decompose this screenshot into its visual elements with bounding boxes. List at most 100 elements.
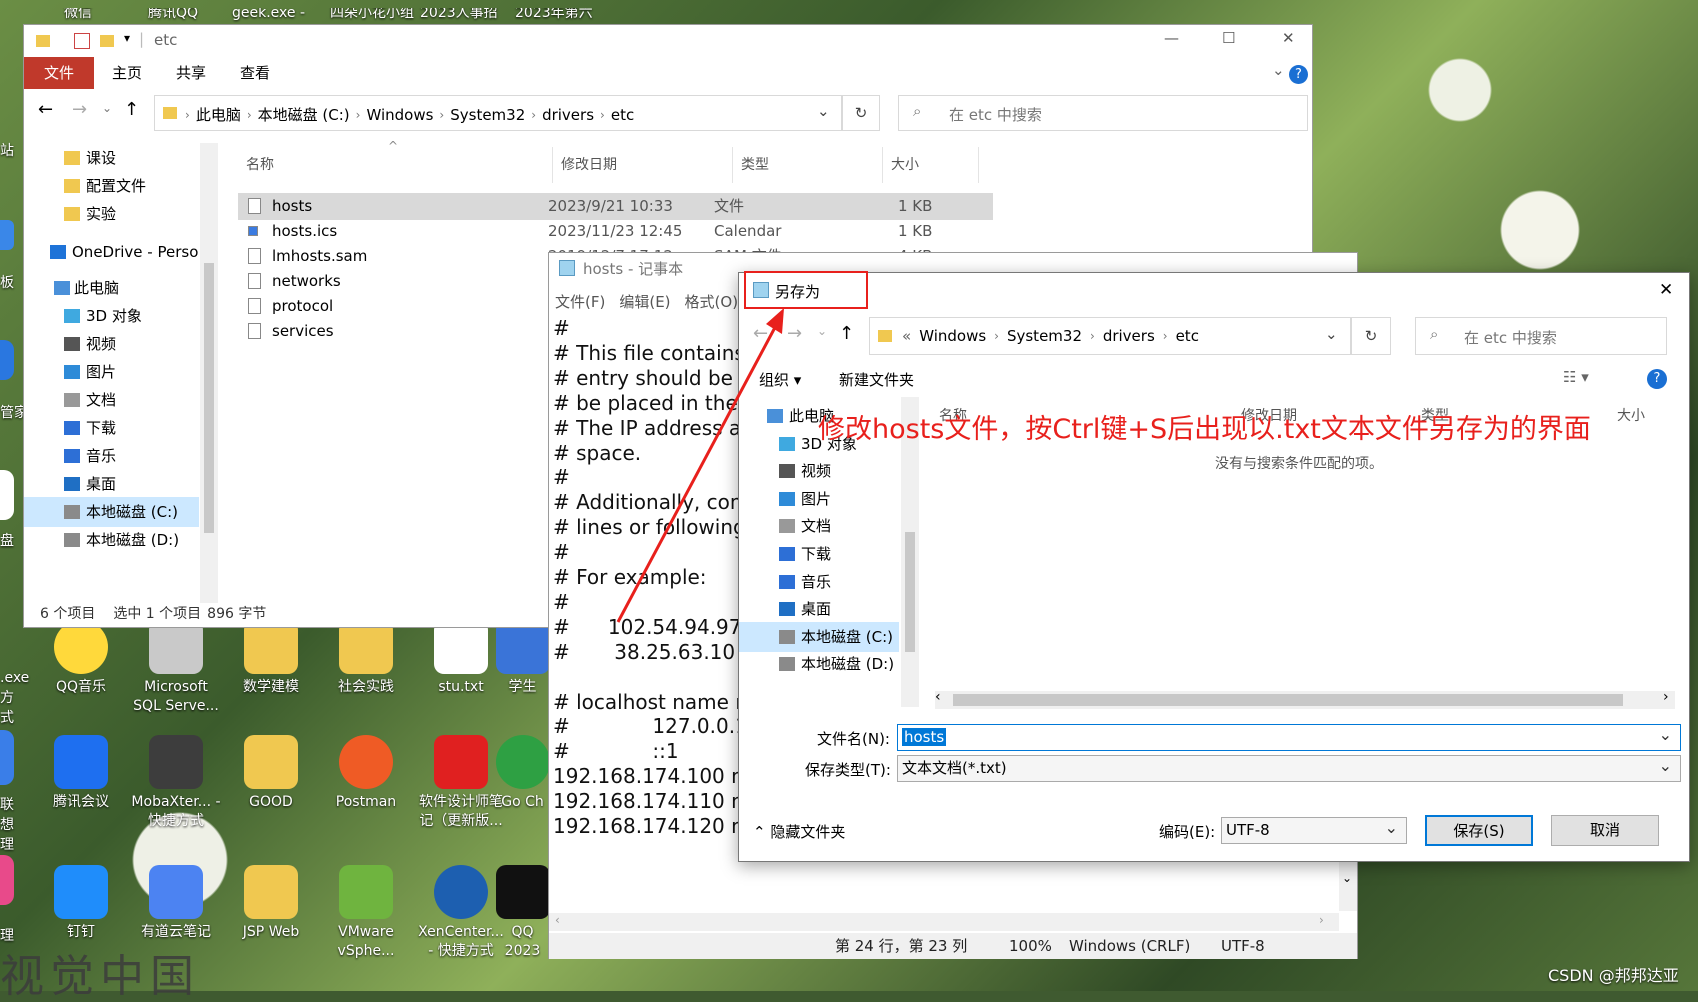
tab-home[interactable]: 主页 <box>112 57 142 89</box>
refresh-button[interactable]: ↻ <box>1351 317 1391 355</box>
scroll-left-icon[interactable]: ‹ <box>935 689 941 705</box>
forward-arrow-icon[interactable]: → <box>72 99 87 120</box>
vertical-scrollbar[interactable]: ⌄ <box>1339 861 1357 911</box>
cancel-button[interactable]: 取消 <box>1551 815 1659 846</box>
app-icon[interactable] <box>0 855 14 905</box>
desktop-label[interactable]: 微信 <box>64 8 92 24</box>
scrollbar-thumb[interactable] <box>905 532 915 652</box>
column-header-date[interactable]: 修改日期 <box>553 147 733 183</box>
address-bar[interactable]: › 此电脑 › 本地磁盘 (C:) › Windows › System32 ›… <box>154 95 842 131</box>
breadcrumb-item[interactable]: drivers <box>542 106 594 124</box>
encoding-select[interactable]: UTF-8 <box>1221 815 1407 844</box>
scrollbar-thumb[interactable] <box>204 263 214 533</box>
breadcrumb-item[interactable]: Windows <box>919 327 986 345</box>
breadcrumb-item[interactable]: 本地磁盘 (C:) <box>258 104 350 125</box>
new-folder-button[interactable]: 新建文件夹 <box>839 369 914 390</box>
desktop-icon-xencenter[interactable]: XenCenter... - 快捷方式 <box>415 865 507 961</box>
desktop-icon-sql-server[interactable]: Microsoft SQL Serve... <box>130 620 222 716</box>
breadcrumb-overflow[interactable]: « <box>902 327 911 345</box>
desktop-icon-vmware[interactable]: VMware vSphe... <box>320 865 412 961</box>
folder-icon[interactable] <box>36 35 50 47</box>
horizontal-scrollbar[interactable]: ‹ › <box>549 913 1339 931</box>
file-row[interactable]: hosts.ics 2023/11/23 12:45 Calendar 1 KB <box>238 218 993 245</box>
address-dropdown-icon[interactable]: ⌄ <box>1325 325 1338 343</box>
desktop-icon-qq[interactable]: QQ 2023 <box>495 865 550 961</box>
desktop-icon-pdf[interactable]: 软件设计师笔记（更新版... <box>415 735 507 831</box>
desktop-icon-qq-music[interactable]: QQ音乐 <box>35 620 127 697</box>
breadcrumb-item[interactable]: System32 <box>450 106 525 124</box>
close-button[interactable]: ✕ <box>1282 29 1295 47</box>
sidebar-item[interactable]: 音乐 <box>24 441 199 471</box>
minimize-button[interactable]: — <box>1164 29 1179 47</box>
file-menu[interactable]: 文件 <box>24 57 94 89</box>
sidebar-item[interactable]: 文档 <box>24 385 199 415</box>
sidebar-item[interactable]: OneDrive - Perso <box>24 237 199 267</box>
sidebar-item[interactable]: 下载 <box>24 413 199 443</box>
desktop-icon-tencent-meeting[interactable]: 腾讯会议 <box>35 735 127 812</box>
desktop-icon-folder[interactable]: JSP Web <box>225 865 317 942</box>
scrollbar-thumb[interactable] <box>953 694 1623 706</box>
desktop-icon-folder[interactable]: 社会实践 <box>320 620 412 697</box>
scroll-down-icon[interactable]: ⌄ <box>1342 871 1352 885</box>
sidebar-item[interactable]: 此电脑 <box>24 273 199 303</box>
scroll-left-icon[interactable]: ‹ <box>555 913 560 927</box>
app-icon[interactable] <box>0 470 14 520</box>
search-box[interactable]: ⌕ 在 etc 中搜索 <box>898 95 1308 131</box>
history-dropdown-icon[interactable]: ⌄ <box>817 324 827 338</box>
horizontal-scrollbar[interactable]: ‹ › <box>935 689 1675 709</box>
search-box[interactable]: ⌕ 在 etc 中搜索 <box>1415 317 1667 355</box>
address-bar[interactable]: « Windows › System32 › drivers › etc ⌄ <box>869 317 1351 355</box>
column-header-type[interactable]: 类型 <box>733 147 883 183</box>
desktop-icon-chrome[interactable]: Go Ch <box>495 735 550 812</box>
help-icon[interactable]: ? <box>1647 369 1667 389</box>
tab-share[interactable]: 共享 <box>176 57 206 89</box>
address-dropdown-icon[interactable]: ⌄ <box>817 102 830 120</box>
desktop-icon-text-file[interactable]: stu.txt <box>415 620 507 697</box>
hide-folders-toggle[interactable]: ⌃ 隐藏文件夹 <box>753 821 845 842</box>
sidebar-scrollbar[interactable] <box>200 143 218 603</box>
desktop-label[interactable]: 2023人事招 <box>420 8 498 24</box>
sidebar-item[interactable]: 本地磁盘 (C:) <box>24 497 199 527</box>
back-arrow-icon[interactable]: ← <box>38 99 53 120</box>
desktop-label[interactable]: 2023年第六 <box>515 8 593 24</box>
desktop-icon-postman[interactable]: Postman <box>320 735 412 812</box>
help-icon[interactable]: ? <box>1289 65 1308 84</box>
desktop-icon-app[interactable]: 学生 <box>495 620 550 697</box>
sidebar-item[interactable]: 本地磁盘 (D:) <box>24 525 199 555</box>
up-arrow-icon[interactable]: ↑ <box>839 323 854 344</box>
properties-icon[interactable] <box>74 33 90 49</box>
tab-view[interactable]: 查看 <box>240 57 270 89</box>
maximize-button[interactable]: ☐ <box>1222 29 1235 47</box>
column-header-size[interactable]: 大小 <box>883 147 979 183</box>
filetype-select[interactable]: 文本文档(*.txt) <box>897 753 1681 782</box>
desktop-label[interactable]: 四朵小花小组 <box>330 8 414 24</box>
app-icon[interactable] <box>0 730 14 785</box>
sidebar-item[interactable]: 课设 <box>24 143 199 173</box>
ribbon-expand-icon[interactable]: ⌄ <box>1272 61 1285 79</box>
history-dropdown-icon[interactable]: ⌄ <box>102 101 112 115</box>
filename-input[interactable]: hosts <box>897 722 1681 751</box>
scroll-right-icon[interactable]: › <box>1319 913 1324 927</box>
menu-file[interactable]: 文件(F) <box>555 291 605 312</box>
column-header-size[interactable]: 大小 <box>1617 405 1645 425</box>
app-icon[interactable] <box>0 220 14 250</box>
desktop-icon-mobaxterm[interactable]: MobaXter... - 快捷方式 <box>130 735 222 831</box>
dialog-sidebar-item[interactable]: 本地磁盘 (D:) <box>739 649 899 679</box>
desktop-label[interactable]: 腾讯QQ <box>148 8 198 24</box>
sidebar-item[interactable]: 3D 对象 <box>24 301 199 331</box>
app-icon[interactable] <box>0 340 14 380</box>
breadcrumb-item[interactable]: Windows <box>366 106 433 124</box>
file-row[interactable]: hosts 2023/9/21 10:33 文件 1 KB <box>238 193 993 220</box>
desktop-icon-youdao[interactable]: 有道云笔记 <box>130 865 222 942</box>
sidebar-item[interactable]: 图片 <box>24 357 199 387</box>
new-folder-icon[interactable] <box>100 35 114 47</box>
sidebar-item[interactable]: 配置文件 <box>24 171 199 201</box>
dialog-close-button[interactable]: ✕ <box>1659 280 1673 300</box>
desktop-icon-folder[interactable]: 数学建模 <box>225 620 317 697</box>
breadcrumb-item[interactable]: System32 <box>1007 327 1082 345</box>
scroll-right-icon[interactable]: › <box>1663 689 1669 705</box>
breadcrumb-item[interactable]: drivers <box>1103 327 1155 345</box>
desktop-label[interactable]: geek.exe - <box>232 8 305 24</box>
up-arrow-icon[interactable]: ↑ <box>124 99 139 120</box>
desktop-icon-dingtalk[interactable]: 钉钉 <box>35 865 127 942</box>
